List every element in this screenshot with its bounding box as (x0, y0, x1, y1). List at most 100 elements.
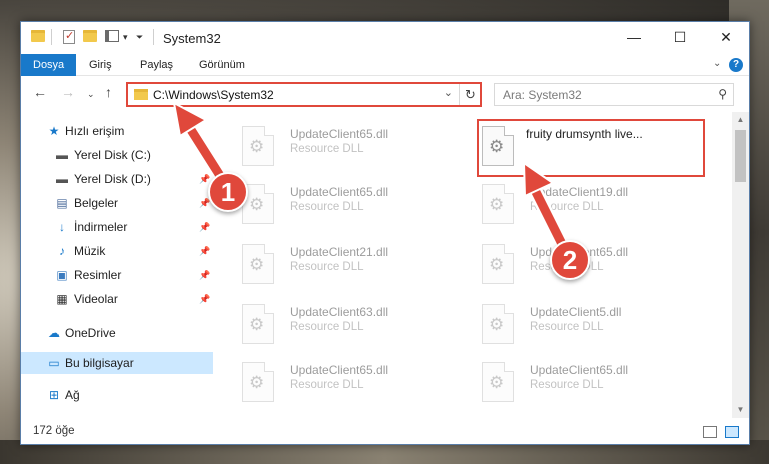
file-item[interactable]: ⚙ UpdateClient63.dll Resource DLL (236, 298, 466, 350)
file-type: Resource DLL (530, 201, 604, 213)
dll-file-icon: ⚙ (242, 244, 274, 284)
large-icons-view-icon[interactable] (725, 426, 739, 438)
sidebar-item-quick-access[interactable]: ★ Hızlı erişim (21, 120, 213, 142)
customize-toolbar-icon[interactable]: ⏷ (136, 32, 143, 43)
file-item[interactable]: ⚙ UpdateClient5.dll Resource DLL (476, 298, 706, 350)
scrollbar-thumb[interactable] (735, 130, 746, 182)
details-view-icon[interactable] (703, 426, 717, 438)
forward-button[interactable]: → (61, 84, 75, 100)
chevron-down-icon[interactable]: ▾ (123, 32, 128, 43)
maximize-button[interactable]: ☐ (657, 22, 703, 54)
drive-icon: ▬ (56, 148, 68, 162)
sidebar-item-local-disk-c[interactable]: ▬ Yerel Disk (C:) (21, 144, 213, 166)
gear-icon: ⚙ (249, 195, 265, 214)
file-highlight-box (477, 119, 705, 177)
gear-icon: ⚙ (249, 373, 265, 392)
minimize-button[interactable]: — (611, 22, 657, 54)
file-name: UpdateClient65.dll (290, 127, 389, 141)
window-title: System32 (163, 31, 221, 46)
properties-icon[interactable] (63, 29, 75, 44)
sidebar-item-documents[interactable]: ▤ Belgeler 📌 (21, 192, 213, 214)
gear-icon: ⚙ (249, 315, 265, 334)
file-item[interactable]: ⚙ UpdateClient65.dll Resource DLL (236, 356, 466, 408)
sidebar-item-label: İndirmeler (74, 220, 128, 234)
sidebar-item-music[interactable]: ♪ Müzik 📌 (21, 240, 213, 262)
gear-icon: ⚙ (489, 373, 505, 392)
view-icon[interactable] (105, 30, 119, 42)
search-icon[interactable]: ⚲ (718, 87, 727, 101)
file-type: Resource DLL (290, 321, 364, 333)
gear-icon: ⚙ (489, 195, 505, 214)
new-folder-icon[interactable] (83, 30, 97, 42)
dll-file-icon: ⚙ (482, 304, 514, 344)
folder-icon (31, 30, 45, 42)
dll-file-icon: ⚙ (482, 362, 514, 402)
tab-view[interactable]: Görünüm (189, 54, 255, 76)
step-badge-1: 1 (208, 172, 248, 212)
close-button[interactable]: ✕ (703, 22, 749, 54)
file-name: UpdateClient5.dll (530, 305, 622, 319)
gear-icon: ⚙ (249, 255, 265, 274)
file-name: UpdateClient65.dll (530, 363, 629, 377)
file-name: UpdateClient19.dll (530, 185, 629, 199)
gear-icon: ⚙ (489, 255, 505, 274)
dll-file-icon: ⚙ (482, 184, 514, 224)
sidebar-item-downloads[interactable]: ↓ İndirmeler 📌 (21, 216, 213, 238)
divider (153, 29, 154, 45)
file-type: Resource DLL (290, 379, 364, 391)
file-item[interactable]: ⚙ UpdateClient19.dll Resource DLL (476, 178, 706, 230)
tab-share[interactable]: Paylaş (130, 54, 183, 76)
pin-icon[interactable]: 📌 (199, 264, 210, 286)
file-name: UpdateClient65.dll (290, 363, 389, 377)
tab-home[interactable]: Giriş (79, 54, 122, 76)
sidebar-item-label: Yerel Disk (D:) (74, 172, 151, 186)
navigation-bar: ← → ⌄ ↑ C:\Windows\System32 ⌄ ↻ Ara: Sys… (21, 78, 749, 110)
recent-locations-icon[interactable]: ⌄ (87, 89, 95, 100)
dll-file-icon: ⚙ (242, 304, 274, 344)
sidebar-item-onedrive[interactable]: ☁ OneDrive (21, 322, 213, 344)
back-button[interactable]: ← (33, 84, 47, 100)
navigation-pane: ★ Hızlı erişim ▬ Yerel Disk (C:) ▬ Yerel… (21, 112, 213, 418)
file-type: Resource DLL (290, 143, 364, 155)
scroll-up-icon[interactable]: ▲ (732, 112, 749, 128)
dll-file-icon: ⚙ (482, 244, 514, 284)
expand-ribbon-icon[interactable]: ⌄ (713, 58, 721, 69)
tab-file[interactable]: Dosya (21, 54, 77, 76)
computer-icon: ▭ (48, 356, 60, 370)
sidebar-item-videos[interactable]: ▦ Videolar 📌 (21, 288, 213, 310)
vertical-scrollbar[interactable]: ▲ ▼ (732, 112, 749, 418)
gear-icon: ⚙ (249, 137, 265, 156)
search-input[interactable]: Ara: System32 ⚲ (494, 83, 734, 106)
file-name: UpdateClient65.dll (290, 185, 389, 199)
file-item[interactable]: ⚙ UpdateClient65.dll Resource DLL (236, 120, 466, 172)
pin-icon[interactable]: 📌 (199, 240, 210, 262)
sidebar-item-label: Bu bilgisayar (65, 356, 134, 370)
dll-file-icon: ⚙ (242, 126, 274, 166)
up-button[interactable]: ↑ (105, 84, 112, 100)
search-placeholder: Ara: System32 (503, 88, 582, 102)
downloads-icon: ↓ (59, 220, 65, 234)
sidebar-item-local-disk-d[interactable]: ▬ Yerel Disk (D:) 📌 (21, 168, 213, 190)
sidebar-item-network[interactable]: ⊞ Ağ (21, 384, 213, 406)
scroll-down-icon[interactable]: ▼ (732, 402, 749, 418)
gear-icon: ⚙ (489, 315, 505, 334)
videos-icon: ▦ (56, 292, 68, 306)
help-icon[interactable]: ? (729, 58, 743, 72)
sidebar-item-this-pc[interactable]: ▭ Bu bilgisayar (21, 352, 213, 374)
network-icon: ⊞ (48, 388, 60, 402)
sidebar-item-label: Hızlı erişim (65, 124, 125, 138)
item-count: 172 öğe (33, 425, 75, 437)
sidebar-item-label: Ağ (65, 388, 80, 402)
file-item[interactable]: ⚙ UpdateClient65.dll Resource DLL (236, 178, 466, 230)
drive-icon: ▬ (56, 172, 68, 186)
file-explorer-window: ▾ ⏷ System32 — ☐ ✕ Dosya Giriş Paylaş Gö… (20, 21, 750, 445)
sidebar-item-pictures[interactable]: ▣ Resimler 📌 (21, 264, 213, 286)
file-type: Resource DLL (290, 201, 364, 213)
pin-icon[interactable]: 📌 (199, 216, 210, 238)
file-item[interactable]: ⚙ UpdateClient21.dll Resource DLL (236, 238, 466, 290)
file-item[interactable]: ⚙ UpdateClient65.dll Resource DLL (476, 356, 706, 408)
file-item[interactable]: ⚙ UpdateClient65.dll Resource DLL (476, 238, 706, 290)
file-type: Resource DLL (530, 379, 604, 391)
pin-icon[interactable]: 📌 (199, 288, 210, 310)
title-bar: ▾ ⏷ System32 — ☐ ✕ (21, 22, 749, 54)
